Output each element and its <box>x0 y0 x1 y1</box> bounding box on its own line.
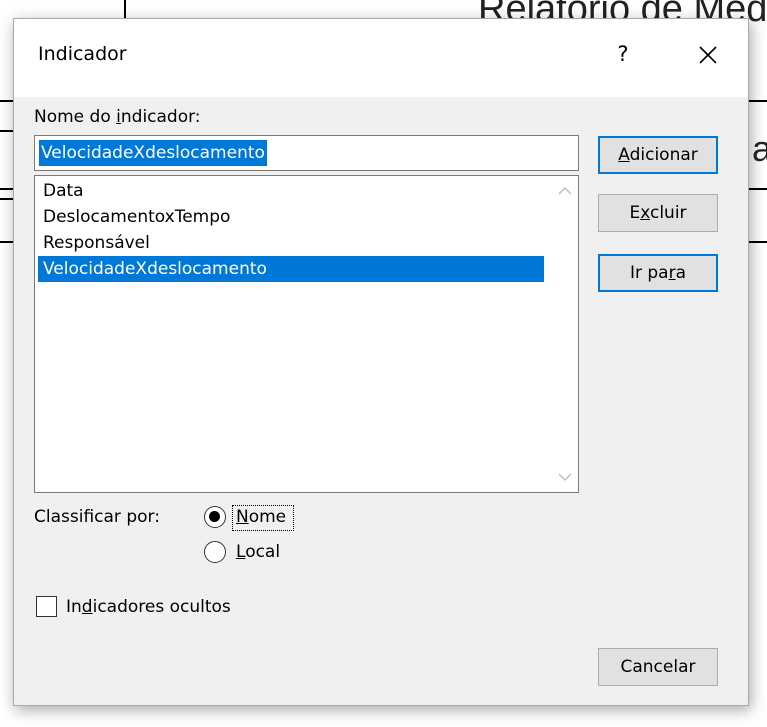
scroll-up-arrow[interactable] <box>556 182 574 200</box>
delete-button[interactable]: Excluir <box>598 194 718 232</box>
add-button[interactable]: Adicionar <box>598 136 718 174</box>
scroll-down-arrow[interactable] <box>556 468 574 486</box>
bookmark-listbox[interactable]: Data DeslocamentoxTempo Responsável Velo… <box>34 175 579 493</box>
bookmark-name-value: VelocidadeXdeslocamento <box>39 140 267 166</box>
document-table-line <box>124 0 126 18</box>
goto-button[interactable]: Ir para <box>598 254 718 292</box>
document-table-line <box>0 188 13 190</box>
goto-label: a <box>675 263 687 283</box>
bookmark-name-input[interactable]: VelocidadeXdeslocamento <box>34 135 579 171</box>
sort-by-label: Classificar por: <box>34 507 160 527</box>
dialog-title: Indicador <box>38 43 127 65</box>
hidden-bookmarks-label[interactable]: Indicadores ocultos <box>66 597 231 617</box>
sort-by-location-radio[interactable] <box>204 541 226 563</box>
list-item[interactable]: DeslocamentoxTempo <box>38 204 544 230</box>
bookmark-dialog: Indicador ? Nome do indicador: Velocidad… <box>13 18 749 706</box>
dialog-titlebar: Indicador ? <box>14 19 748 97</box>
label-text: ndicador: <box>120 107 201 127</box>
close-icon <box>699 46 717 64</box>
document-table-line <box>749 241 767 243</box>
hidden-bookmarks-checkbox[interactable] <box>36 596 57 617</box>
sort-by-name-label[interactable]: Nome <box>236 507 286 527</box>
bookmark-list: Data DeslocamentoxTempo Responsável Velo… <box>38 178 544 282</box>
add-label: dicionar <box>629 145 698 165</box>
label-text: Nome do <box>34 107 117 127</box>
close-button[interactable] <box>686 33 730 77</box>
sort-location-mnemonic: L <box>236 542 246 562</box>
document-table-line <box>0 130 13 132</box>
goto-mnemonic: r <box>668 263 676 283</box>
document-table-line <box>0 241 13 243</box>
sort-by-name-radio[interactable] <box>204 506 226 528</box>
chevron-up-icon <box>558 186 572 195</box>
list-item-selected[interactable]: VelocidadeXdeslocamento <box>38 256 544 282</box>
chevron-down-icon <box>558 473 572 482</box>
sort-name-text: ome <box>248 507 287 527</box>
listbox-scrollbar[interactable] <box>552 176 578 492</box>
sort-by-location-label[interactable]: Local <box>236 542 280 562</box>
help-button[interactable]: ? <box>608 39 638 69</box>
document-table-line <box>749 100 767 102</box>
delete-mnemonic: x <box>640 203 650 223</box>
list-item[interactable]: Data <box>38 178 544 204</box>
sort-name-mnemonic: N <box>236 507 249 527</box>
document-table-line <box>0 198 13 200</box>
bookmark-name-label: Nome do indicador: <box>34 107 201 127</box>
document-table-line <box>749 188 767 190</box>
hidden-label-text: In <box>66 597 82 617</box>
document-text-fragment: a <box>752 128 767 169</box>
list-item[interactable]: Responsável <box>38 230 544 256</box>
cancel-button[interactable]: Cancelar <box>598 648 718 686</box>
hidden-mnemonic: d <box>81 597 93 617</box>
goto-label: Ir pa <box>629 263 669 283</box>
sort-location-text: ocal <box>245 542 281 562</box>
add-mnemonic: A <box>618 145 630 165</box>
delete-label: cluir <box>649 203 687 223</box>
document-table-line <box>0 100 13 102</box>
delete-label: E <box>629 203 641 223</box>
hidden-label-text: icadores ocultos <box>92 597 231 617</box>
